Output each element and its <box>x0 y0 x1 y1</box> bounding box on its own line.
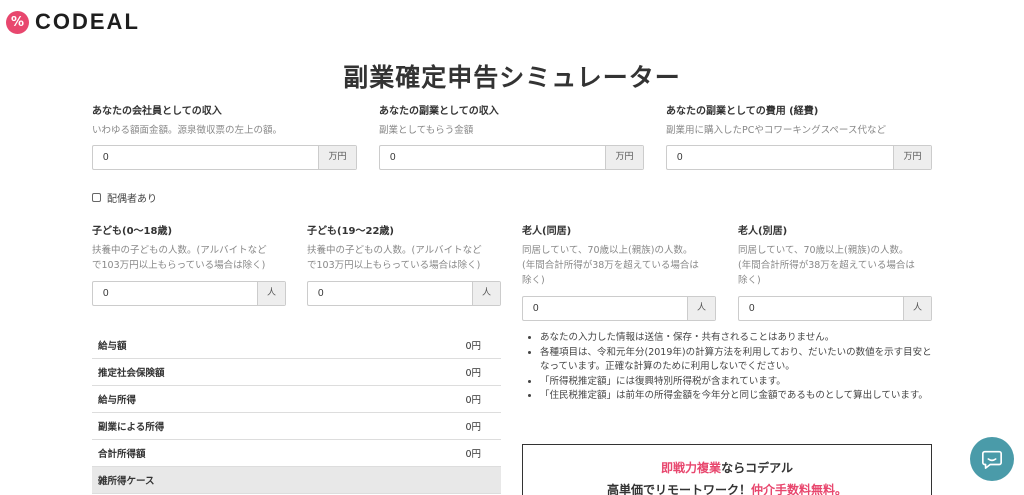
note-item: 「所得税推定額」には復興特別所得税が含まれています。 <box>540 375 940 390</box>
company-income-unit: 万円 <box>318 146 356 169</box>
company-income-desc: いわゆる額面金額。源泉徴収票の左上の額。 <box>92 125 283 136</box>
side-income-label: あなたの副業としての収入 <box>379 106 499 117</box>
promo-banner[interactable]: 即戦力複業ならコデアル 高単価でリモートワーク！仲介手数料無料。 <box>522 444 932 495</box>
child2-desc: 扶養中の子どもの人数。(アルバイトなど で103万円以上もらっている場合は除く) <box>307 245 482 271</box>
page-title: 副業確定申告シミュレーター <box>343 63 681 92</box>
header: % CODEAL <box>0 0 1024 42</box>
company-income-field[interactable]: 0 万円 <box>92 145 357 170</box>
logo-mark-icon: % <box>6 10 29 34</box>
elder-together-desc: 同居していて、70歳以上(親族)の人数。 (年間合計所得が38万を超えている場合… <box>522 245 699 286</box>
elder-together-input[interactable]: 0 <box>523 297 687 320</box>
company-income-label: あなたの会社員としての収入 <box>92 106 222 117</box>
section-header-row: 雑所得ケース <box>92 467 501 494</box>
table-row: 給与額 0円 <box>92 332 501 359</box>
table-row: 推定社会保険額 0円 <box>92 359 501 386</box>
elder-separate-unit: 人 <box>903 297 931 320</box>
child1-unit: 人 <box>257 282 285 305</box>
child1-input[interactable]: 0 <box>93 282 257 305</box>
notes-list: あなたの入力した情報は送信・保存・共有されることはありません。 各種項目は、令和… <box>540 331 940 404</box>
elder-together-unit: 人 <box>687 297 715 320</box>
note-item: 各種項目は、令和元年分(2019年)の計算方法を利用しており、だいたいの数値を示… <box>540 346 940 375</box>
elder-separate-desc: 同居していて、70歳以上(親族)の人数。 (年間合計所得が38万を超えている場合… <box>738 245 915 286</box>
note-item: あなたの入力した情報は送信・保存・共有されることはありません。 <box>540 331 940 346</box>
table-row: 給与所得 0円 <box>92 386 501 413</box>
side-income-unit: 万円 <box>605 146 643 169</box>
logo-text: CODEAL <box>35 9 140 34</box>
elder-together-label: 老人(同居) <box>522 226 572 237</box>
elder-together-field[interactable]: 0 人 <box>522 296 716 321</box>
child2-input[interactable]: 0 <box>308 282 472 305</box>
note-item: 「住民税推定額」は前年の所得金額を今年分と同じ金額であるものとして算出しています… <box>540 389 940 404</box>
spouse-label: 配偶者あり <box>107 194 157 205</box>
chat-button[interactable] <box>970 437 1014 481</box>
side-income-field[interactable]: 0 万円 <box>379 145 644 170</box>
expense-input[interactable]: 0 <box>667 146 893 169</box>
expense-field[interactable]: 0 万円 <box>666 145 932 170</box>
elder-separate-input[interactable]: 0 <box>739 297 903 320</box>
expense-desc: 副業用に購入したPCやコワーキングスペース代など <box>666 125 886 136</box>
child2-label: 子ども(19〜22歳) <box>307 226 394 237</box>
promo-line1: 即戦力複業ならコデアル <box>661 461 793 475</box>
table-row: 合計所得額 0円 <box>92 440 501 467</box>
spouse-checkbox-row[interactable]: 配偶者あり <box>92 190 157 205</box>
child2-unit: 人 <box>472 282 500 305</box>
child2-field[interactable]: 0 人 <box>307 281 501 306</box>
promo-line2: 高単価でリモートワーク！仲介手数料無料。 <box>606 483 848 495</box>
elder-separate-label: 老人(別居) <box>738 226 788 237</box>
logo[interactable]: % CODEAL <box>6 9 140 35</box>
chat-bubble-icon <box>982 450 1002 469</box>
side-income-input[interactable]: 0 <box>380 146 605 169</box>
elder-separate-field[interactable]: 0 人 <box>738 296 932 321</box>
child1-field[interactable]: 0 人 <box>92 281 286 306</box>
expense-label: あなたの副業としての費用 (経費) <box>666 106 819 117</box>
side-income-desc: 副業としてもらう金額 <box>379 125 474 136</box>
child1-label: 子ども(0〜18歳) <box>92 226 173 237</box>
child1-desc: 扶養中の子どもの人数。(アルバイトなど で103万円以上もらっている場合は除く) <box>92 245 267 271</box>
company-income-input[interactable]: 0 <box>93 146 318 169</box>
expense-unit: 万円 <box>893 146 931 169</box>
spouse-checkbox[interactable] <box>92 193 101 202</box>
results-table: 給与額 0円 推定社会保険額 0円 給与所得 0円 副業による所得 0円 合計所得額 0円… <box>92 332 501 494</box>
table-row: 副業による所得 0円 <box>92 413 501 440</box>
